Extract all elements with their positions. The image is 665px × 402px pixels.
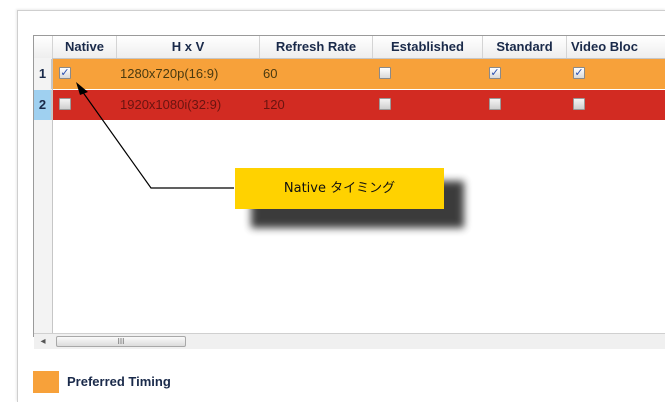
established-cell — [373, 59, 483, 89]
column-header-standard[interactable]: Standard — [483, 36, 567, 58]
native-checkbox[interactable]: ✓ — [59, 67, 71, 79]
established-cell — [373, 90, 483, 120]
standard-cell: ✓ — [483, 59, 567, 89]
header-corner — [34, 36, 53, 58]
video-block-checkbox[interactable]: ✓ — [573, 67, 585, 79]
resolution-cell: 1280x720p(16:9) — [117, 59, 260, 89]
table-header: Native H x V Refresh Rate Established St… — [34, 36, 665, 59]
table-row[interactable]: 2 1920x1080i(32:9) 120 — [34, 90, 665, 120]
column-header-video-block[interactable]: Video Bloc — [567, 36, 665, 58]
native-cell: ✓ — [53, 59, 117, 89]
row-number[interactable]: 2 — [34, 90, 52, 120]
resolution-cell: 1920x1080i(32:9) — [117, 90, 260, 120]
column-header-established[interactable]: Established — [373, 36, 483, 58]
native-timing-callout: Native タイミング — [235, 168, 444, 209]
standard-cell — [483, 90, 567, 120]
scrollbar-thumb[interactable]: III — [56, 336, 186, 347]
horizontal-scrollbar[interactable]: ◂ III — [34, 333, 665, 349]
video-block-cell — [567, 90, 665, 120]
standard-checkbox[interactable]: ✓ — [489, 67, 501, 79]
standard-checkbox[interactable] — [489, 98, 501, 110]
refresh-rate-cell: 60 — [260, 59, 373, 89]
native-checkbox[interactable] — [59, 98, 71, 110]
established-checkbox[interactable] — [379, 98, 391, 110]
native-cell — [53, 90, 117, 120]
column-header-resolution[interactable]: H x V — [117, 36, 260, 58]
column-header-native[interactable]: Native — [53, 36, 117, 58]
refresh-rate-cell: 120 — [260, 90, 373, 120]
scroll-left-arrow-icon[interactable]: ◂ — [34, 334, 52, 349]
video-block-cell: ✓ — [567, 59, 665, 89]
table-row[interactable]: 1 ✓ 1280x720p(16:9) 60 ✓ ✓ — [34, 59, 665, 89]
preferred-timing-label: Preferred Timing — [67, 374, 171, 389]
established-checkbox[interactable] — [379, 67, 391, 79]
row-number[interactable]: 1 — [34, 59, 52, 89]
video-block-checkbox[interactable] — [573, 98, 585, 110]
column-header-refresh-rate[interactable]: Refresh Rate — [260, 36, 373, 58]
preferred-timing-swatch — [33, 371, 59, 393]
